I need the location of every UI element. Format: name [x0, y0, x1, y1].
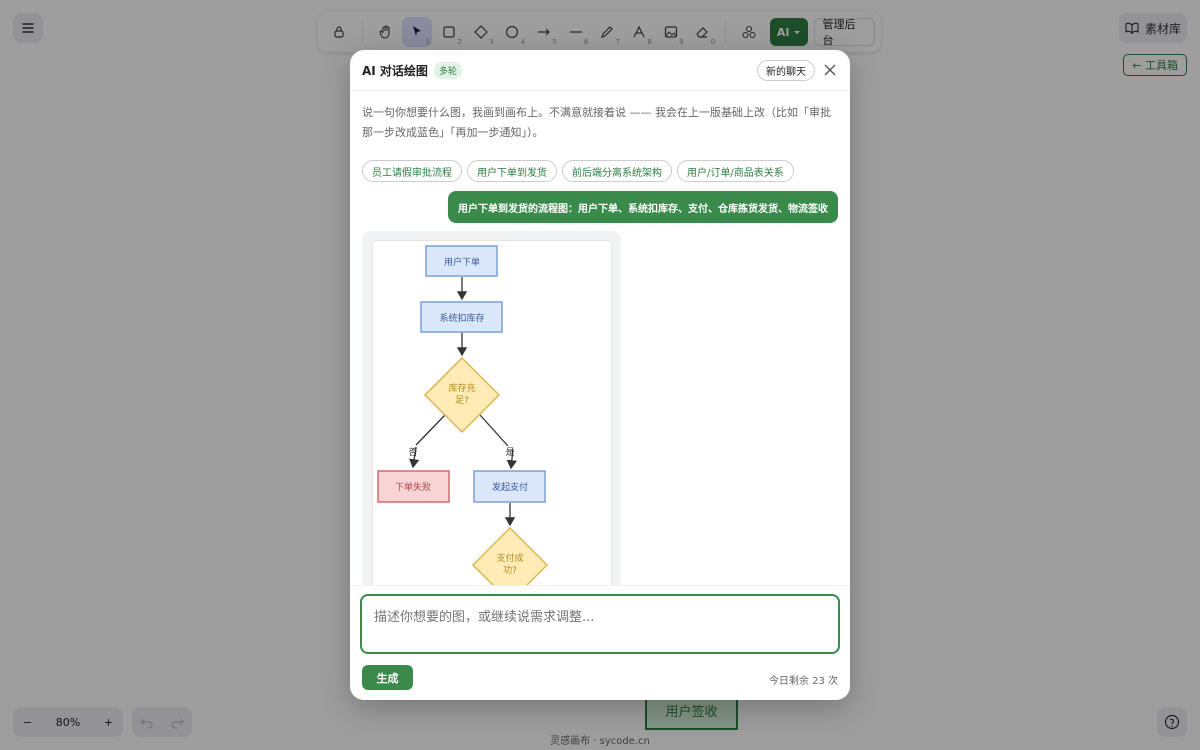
svg-text:足?: 足? [455, 395, 469, 406]
suggestion-chip[interactable]: 前后端分离系统架构 [562, 160, 672, 182]
suggestion-chip[interactable]: 用户/订单/商品表关系 [677, 160, 794, 182]
daily-quota: 今日剩余 23 次 [768, 676, 838, 687]
svg-text:发起支付: 发起支付 [492, 481, 528, 493]
svg-text:库存充: 库存充 [448, 382, 475, 394]
node-user-order: 用户下单 [425, 245, 498, 277]
flowchart-preview[interactable]: 用户下单 系统扣库存 库存充 足? 否 是 下单失败 发起支付 支付成 功? [372, 240, 612, 591]
suggestion-chip[interactable]: 用户下单到发货 [467, 160, 557, 182]
ai-chat-dialog: AI 对话绘图 多轮 新的聊天 说一句你想要什么图，我画到画布上。不满意就接着说… [350, 50, 850, 700]
ai-response-card: 用户下单 系统扣库存 库存充 足? 否 是 下单失败 发起支付 支付成 功? [362, 231, 621, 591]
svg-text:支付成: 支付成 [496, 552, 523, 564]
flowchart-svg: 用户下单 系统扣库存 库存充 足? 否 是 下单失败 发起支付 支付成 功? [377, 245, 549, 591]
user-message-bubble: 用户下单到发货的流程图：用户下单、系统扣库存、支付、仓库拣货发货、物流签收 [448, 191, 838, 223]
node-deduct-stock: 系统扣库存 [420, 301, 503, 333]
composer: 生成 今日剩余 23 次 [350, 585, 850, 700]
edge-label-no: 否 [408, 447, 417, 458]
multi-turn-badge: 多轮 [433, 61, 462, 79]
node-start-payment: 发起支付 [473, 470, 546, 503]
decision-payment: 支付成 功? [471, 526, 549, 591]
svg-text:下单失败: 下单失败 [395, 481, 431, 493]
svg-text:用户下单: 用户下单 [444, 256, 480, 268]
svg-text:系统扣库存: 系统扣库存 [439, 312, 484, 324]
generate-button[interactable]: 生成 [362, 665, 413, 690]
suggestion-chips: 员工请假审批流程 用户下单到发货 前后端分离系统架构 用户/订单/商品表关系 [362, 160, 794, 182]
node-order-fail: 下单失败 [377, 470, 450, 503]
new-chat-button[interactable]: 新的聊天 [757, 60, 815, 81]
edge-label-yes: 是 [505, 447, 514, 458]
flow-edge [479, 414, 509, 447]
close-icon[interactable] [822, 62, 838, 78]
dialog-header: AI 对话绘图 多轮 新的聊天 [350, 50, 850, 91]
svg-text:功?: 功? [503, 565, 517, 576]
prompt-input[interactable] [360, 594, 840, 654]
suggestion-chip[interactable]: 员工请假审批流程 [362, 160, 462, 182]
dialog-title: AI 对话绘图 [362, 63, 428, 78]
flow-edge [415, 414, 446, 446]
dialog-description: 说一句你想要什么图，我画到画布上。不满意就接着说 —— 我会在上一版基础上改（比… [362, 106, 831, 139]
decision-stock: 库存充 足? [423, 356, 501, 434]
